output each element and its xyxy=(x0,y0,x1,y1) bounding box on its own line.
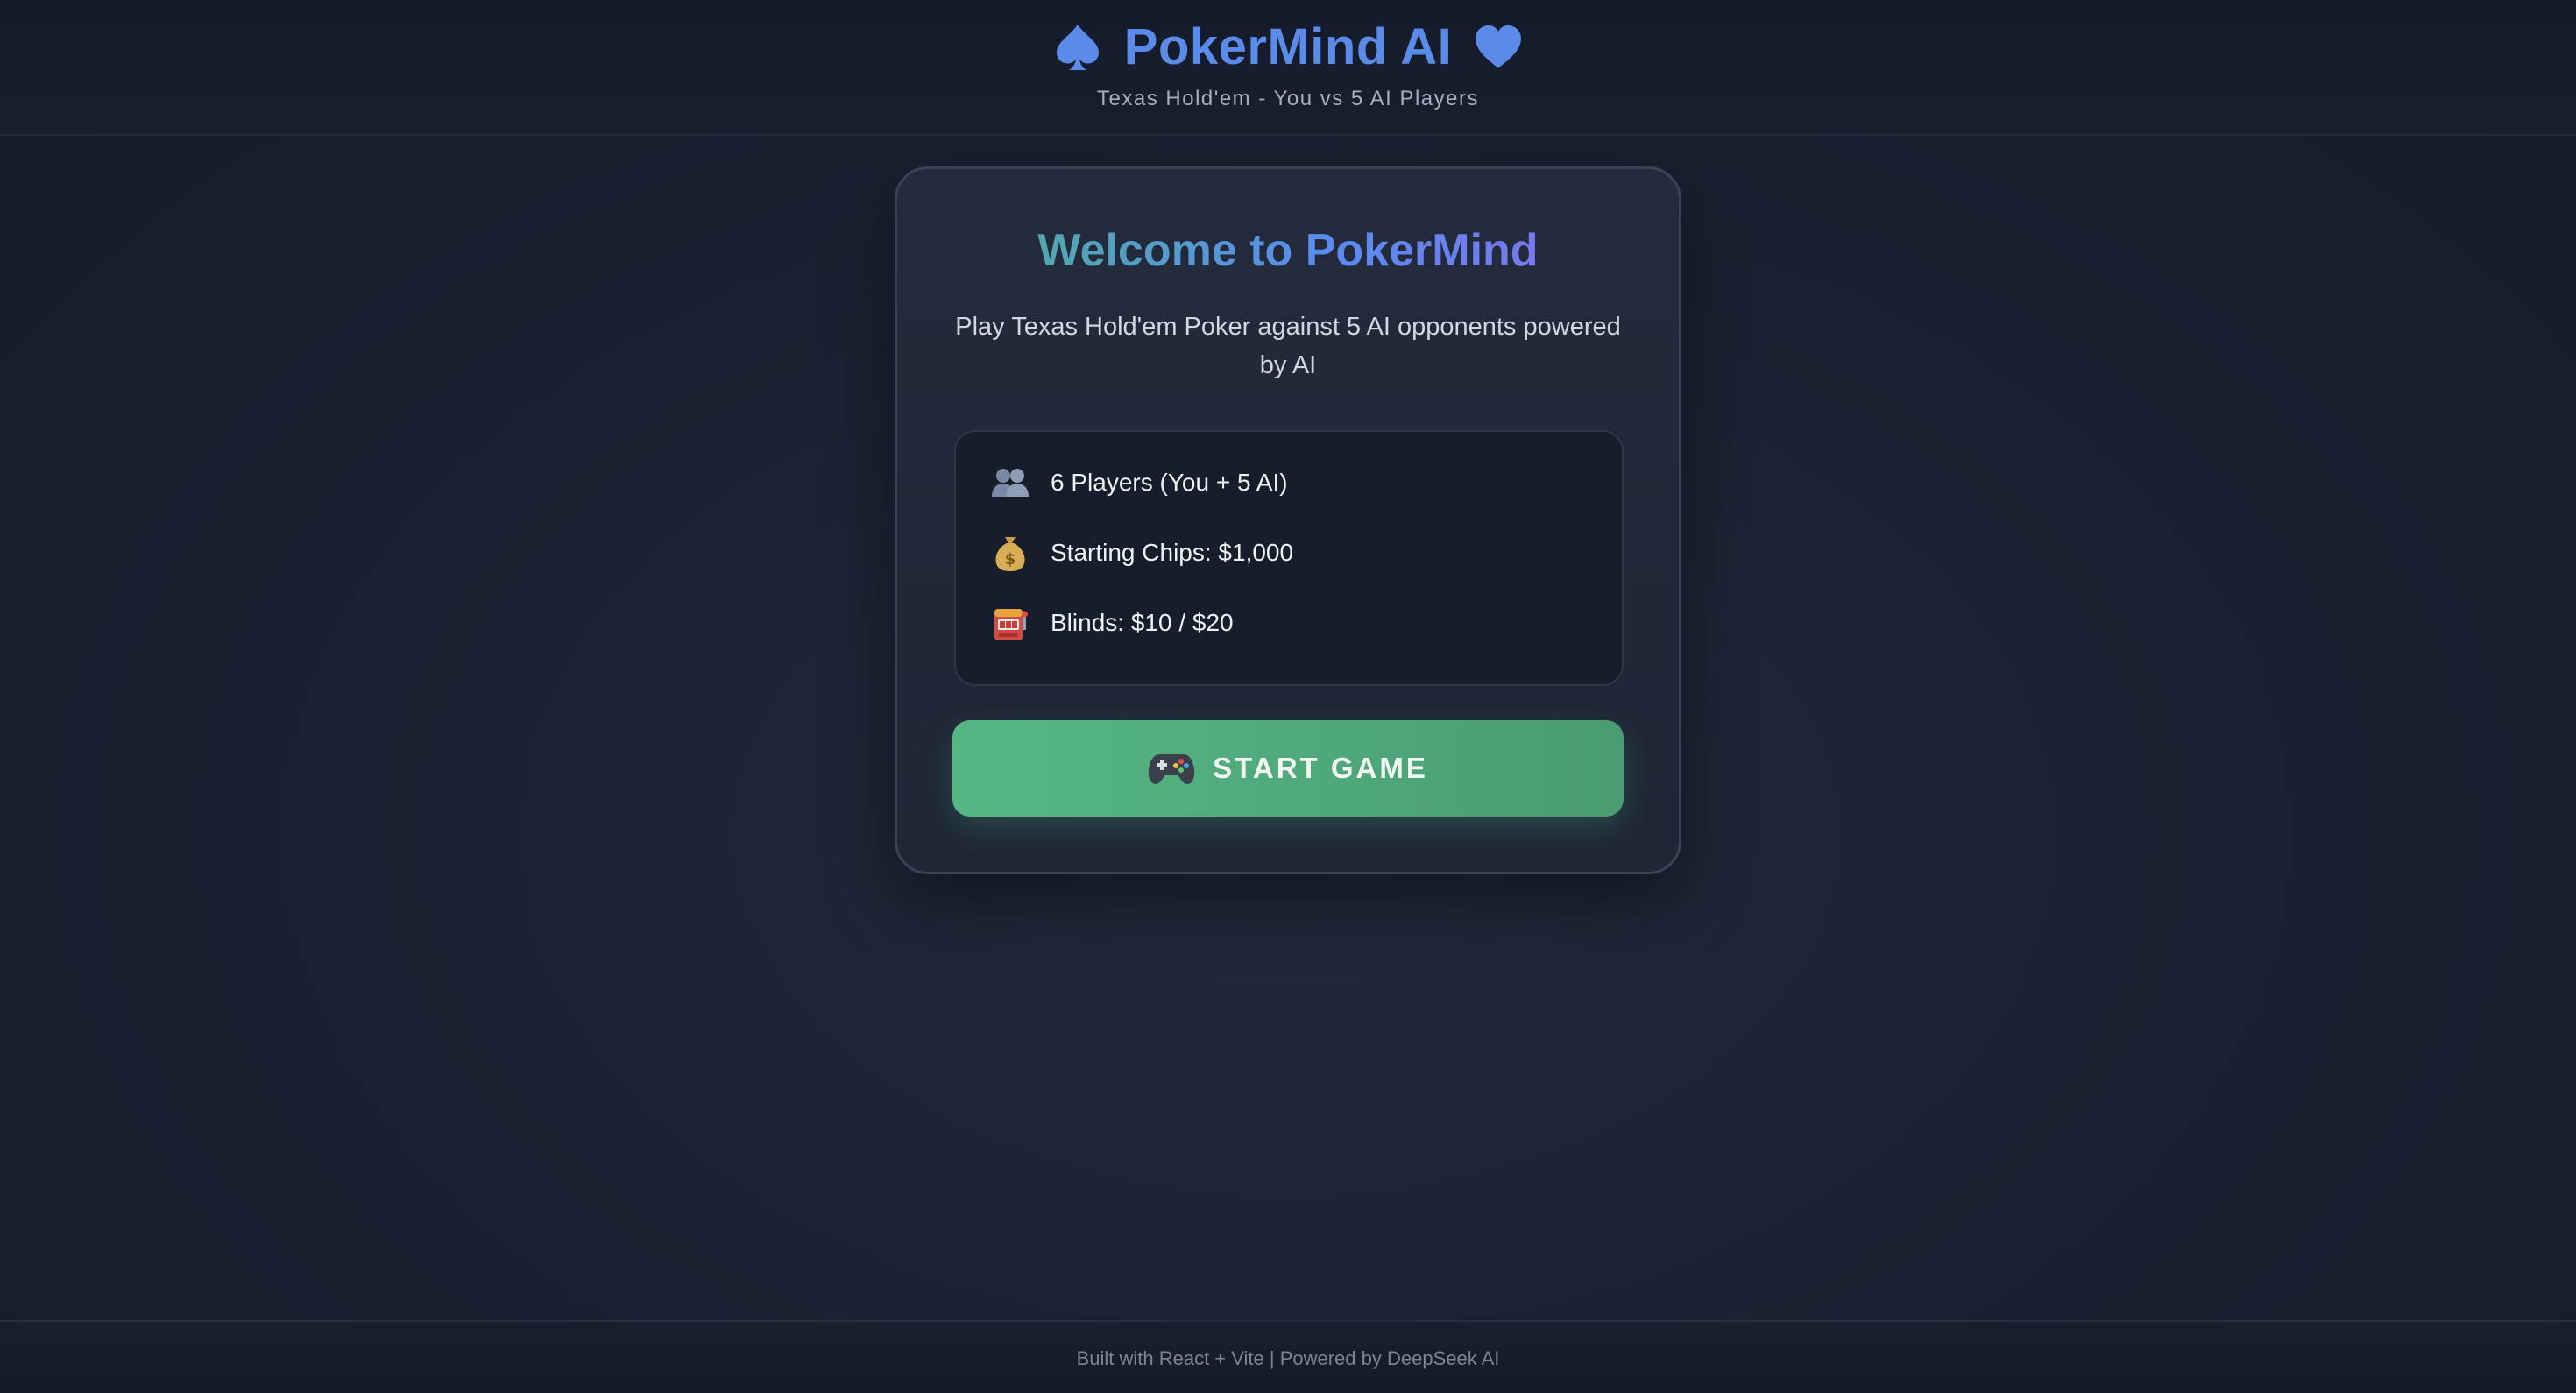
info-players-label: 6 Players (You + 5 AI) xyxy=(1051,469,1288,496)
heart-icon xyxy=(1472,21,1525,74)
app-subtitle: Texas Hold'em - You vs 5 AI Players xyxy=(1097,87,1479,110)
info-chips-label: Starting Chips: $1,000 xyxy=(1051,539,1294,566)
app-header: PokerMind AI Texas Hold'em - You vs 5 AI… xyxy=(0,0,2576,136)
players-icon xyxy=(991,463,1030,502)
welcome-title: Welcome to PokerMind xyxy=(897,220,1679,281)
info-row-blinds: Blinds: $10 / $20 xyxy=(991,601,1234,645)
footer-text: Built with React + Vite | Powered by Dee… xyxy=(1076,1347,1500,1369)
start-game-button[interactable]: START GAME xyxy=(952,720,1624,817)
info-blinds-label: Blinds: $10 / $20 xyxy=(1051,609,1234,636)
info-row-chips: $ Starting Chips: $1,000 xyxy=(991,531,1293,575)
money-bag-icon: $ xyxy=(991,534,1030,572)
start-game-label: START GAME xyxy=(1213,752,1428,784)
welcome-description: Play Texas Hold'em Poker against 5 AI op… xyxy=(955,313,1621,379)
app-title-text: PokerMind AI xyxy=(1123,18,1453,75)
slot-machine-icon xyxy=(991,604,1030,642)
gamepad-icon xyxy=(1148,751,1195,786)
info-row-players: 6 Players (You + 5 AI) xyxy=(991,461,1288,505)
svg-text:$: $ xyxy=(1005,550,1016,569)
welcome-card: Welcome to PokerMind Play Texas Hold'em … xyxy=(895,166,1681,874)
spade-icon xyxy=(1051,21,1104,74)
app-title: PokerMind AI xyxy=(0,12,2576,82)
app-footer: Built with React + Vite | Powered by Dee… xyxy=(0,1320,2576,1393)
game-info-panel: 6 Players (You + 5 AI) $ Starting Chips:… xyxy=(954,430,1624,686)
